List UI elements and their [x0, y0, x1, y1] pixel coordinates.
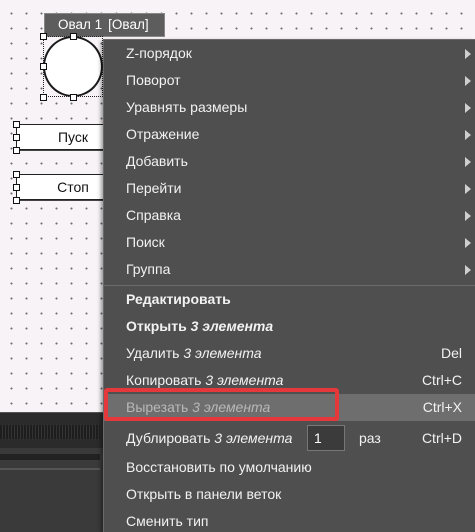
duplicate-count-unit: раз [359, 430, 381, 446]
menu-item-label: Удалить [126, 345, 180, 361]
submenu-arrow-icon [465, 103, 471, 113]
annotation-highlight-box [104, 388, 339, 421]
menu-item-label: Перейти [126, 180, 182, 196]
shape-name: Овал 1 [58, 17, 103, 32]
menu-item-add[interactable]: Добавить [104, 148, 475, 175]
menu-item-label: Сменить тип [126, 513, 209, 529]
shape-name-label: Овал 1 [Овал] [44, 13, 165, 37]
menu-item-label: Открыть [126, 318, 187, 334]
submenu-arrow-icon [465, 184, 471, 194]
duplicate-count-input[interactable]: 1 [307, 425, 345, 451]
menu-item-rotate[interactable]: Поворот [104, 67, 475, 94]
resize-handle[interactable] [13, 197, 20, 204]
resize-handle-left[interactable] [40, 63, 47, 70]
shape-type: [Овал] [108, 17, 149, 32]
menu-item-open-in-branches[interactable]: Открыть в панели веток [104, 481, 475, 508]
bottom-panel-divider [0, 454, 100, 460]
menu-item-label: Справка [126, 207, 181, 223]
menu-item-search[interactable]: Поиск [104, 229, 475, 256]
stop-button-label: Стоп [57, 179, 89, 195]
menu-item-label: Редактировать [126, 291, 231, 307]
context-menu: Z-порядок Поворот Уравнять размеры Отраж… [103, 39, 475, 532]
resize-handle[interactable] [13, 184, 20, 191]
submenu-arrow-icon [465, 130, 471, 140]
submenu-arrow-icon [465, 211, 471, 221]
resize-handle[interactable] [13, 121, 20, 128]
menu-item-group[interactable]: Группа [104, 256, 475, 283]
menu-item-equalize-size[interactable]: Уравнять размеры [104, 94, 475, 121]
menu-item-target: 3 элемента [183, 345, 262, 361]
menu-item-label: Группа [126, 261, 171, 277]
menu-item-label: Открыть в панели веток [126, 486, 282, 502]
oval-selection-box [43, 36, 103, 97]
menu-item-label: Z-порядок [126, 45, 192, 61]
menu-item-target: 3 элемента [214, 430, 293, 446]
menu-item-shortcut: Ctrl+D [421, 430, 462, 446]
menu-item-z-order[interactable]: Z-порядок [104, 40, 475, 67]
menu-item-shortcut: Ctrl+X [422, 399, 462, 415]
menu-item-edit[interactable]: Редактировать [104, 286, 475, 313]
menu-item-go-to[interactable]: Перейти [104, 175, 475, 202]
resize-handle[interactable] [13, 171, 20, 178]
menu-item-label: Копировать [126, 372, 202, 388]
menu-item-delete[interactable]: Удалить 3 элемента Del [104, 340, 475, 367]
menu-item-label: Дублировать [126, 430, 211, 446]
resize-handle-bottom[interactable] [70, 94, 77, 101]
menu-item-mirror[interactable]: Отражение [104, 121, 475, 148]
menu-item-label: Отражение [126, 126, 200, 142]
resize-handle[interactable] [13, 134, 20, 141]
start-button-label: Пуск [57, 129, 89, 145]
resize-handle[interactable] [13, 147, 20, 154]
menu-item-label: Добавить [126, 153, 188, 169]
bottom-panel-line [0, 468, 100, 470]
menu-item-target: 3 элемента [205, 372, 284, 388]
menu-item-label: Уравнять размеры [126, 99, 248, 115]
menu-item-change-type[interactable]: Сменить тип [104, 508, 475, 532]
menu-item-shortcut: Ctrl+C [421, 372, 462, 388]
submenu-arrow-icon [465, 265, 471, 275]
menu-item-label: Восстановить по умолчанию [126, 459, 312, 475]
submenu-arrow-icon [465, 76, 471, 86]
menu-item-duplicate[interactable]: Дублировать 3 элемента 1 раз Ctrl+D [104, 423, 475, 453]
menu-item-help[interactable]: Справка [104, 202, 475, 229]
submenu-arrow-icon [465, 49, 471, 59]
resize-handle-top[interactable] [70, 33, 77, 40]
menu-item-shortcut: Del [440, 345, 462, 361]
resize-handle-top-left[interactable] [40, 33, 47, 40]
menu-item-label: Поиск [126, 234, 165, 250]
menu-item-target: 3 элемента [190, 318, 274, 334]
submenu-arrow-icon [465, 157, 471, 167]
menu-item-restore-default[interactable]: Восстановить по умолчанию [104, 454, 475, 481]
resize-handle-bottom-left[interactable] [40, 94, 47, 101]
menu-item-label: Поворот [126, 72, 181, 88]
submenu-arrow-icon [465, 238, 471, 248]
menu-item-open[interactable]: Открыть 3 элемента [104, 313, 475, 340]
